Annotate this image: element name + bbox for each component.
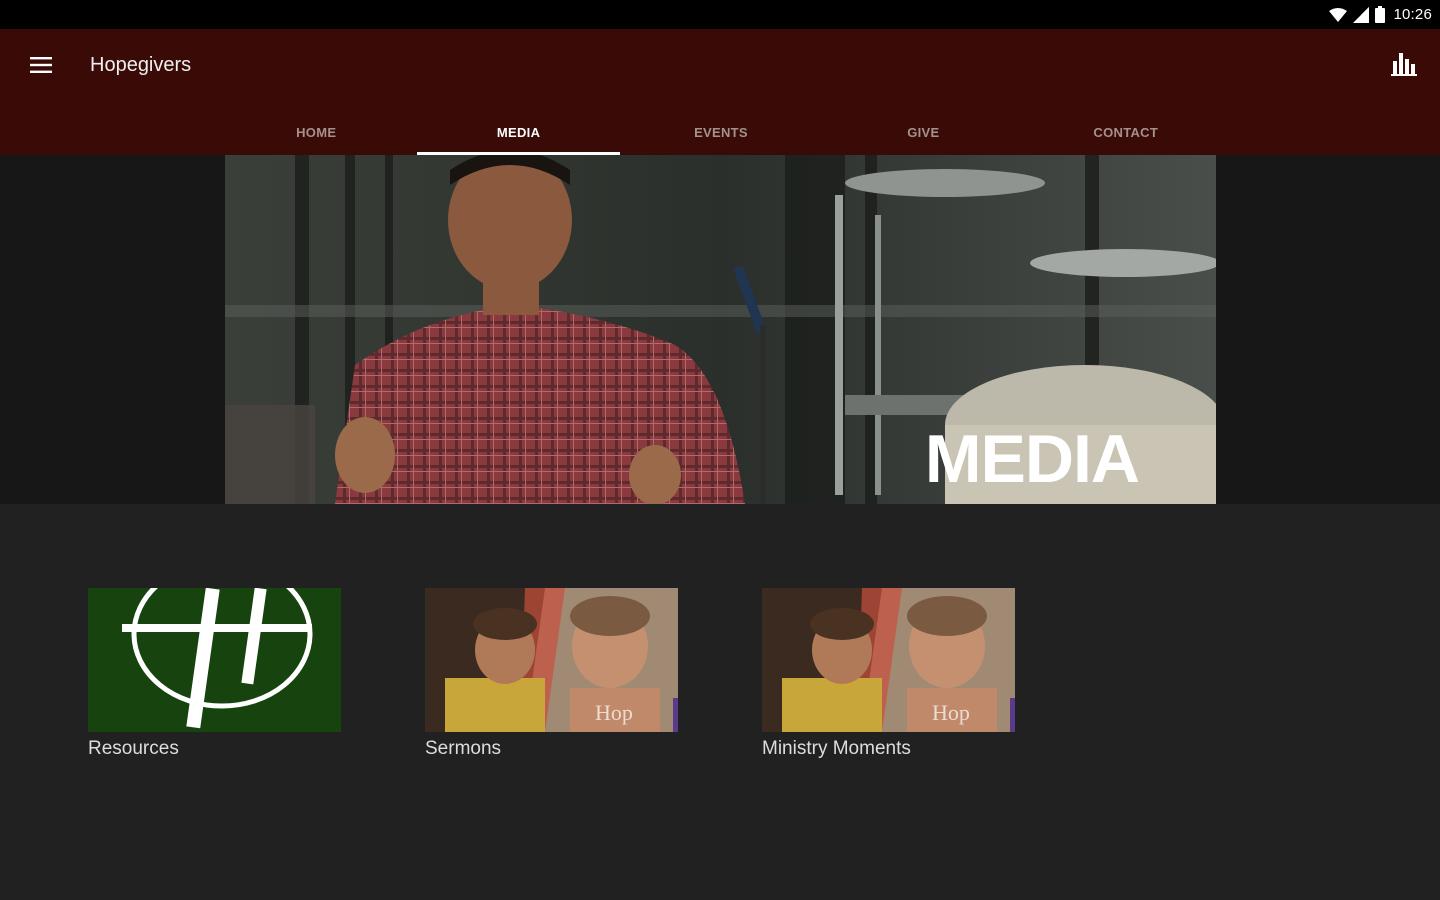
media-item-resources[interactable]: Resources <box>88 588 341 760</box>
media-item-label: Ministry Moments <box>762 738 911 759</box>
tab-events[interactable]: EVENTS <box>620 109 822 155</box>
wifi-icon <box>1329 7 1348 22</box>
media-item-sermons[interactable]: Hop Sermons <box>425 588 678 760</box>
hopegivers-logo-thumbnail <box>88 588 341 732</box>
menu-icon[interactable] <box>29 53 53 77</box>
app-title: Hopegivers <box>90 54 192 76</box>
battery-icon <box>1375 6 1386 23</box>
media-item-label: Resources <box>88 738 179 759</box>
app-bar: Hopegivers HOME MEDIA EVENTS GIVE CONTAC… <box>0 29 1440 155</box>
status-bar: 10:26 <box>0 0 1440 29</box>
tab-bar: HOME MEDIA EVENTS GIVE CONTACT <box>215 109 1227 155</box>
tab-contact[interactable]: CONTACT <box>1025 109 1227 155</box>
tab-give[interactable]: GIVE <box>822 109 1024 155</box>
hero-title: MEDIA <box>924 421 1140 497</box>
children-photo-thumbnail: Hop <box>425 588 678 732</box>
bar-chart-icon[interactable] <box>1390 51 1418 79</box>
status-icons: 10:26 <box>1329 5 1432 24</box>
children-photo-thumbnail: Hop <box>762 588 1015 732</box>
hero-banner: MEDIA <box>225 155 1216 504</box>
media-grid: Resources Hop Sermons Hop Ministry Momen… <box>88 588 1015 760</box>
status-time: 10:26 <box>1393 6 1432 23</box>
svg-text:Hop: Hop <box>595 700 633 725</box>
tab-home[interactable]: HOME <box>215 109 417 155</box>
media-item-label: Sermons <box>425 738 502 759</box>
media-item-ministry-moments[interactable]: Hop Ministry Moments <box>762 588 1015 760</box>
tab-media[interactable]: MEDIA <box>417 109 621 155</box>
signal-icon <box>1353 6 1370 23</box>
svg-text:Hop: Hop <box>932 700 970 725</box>
